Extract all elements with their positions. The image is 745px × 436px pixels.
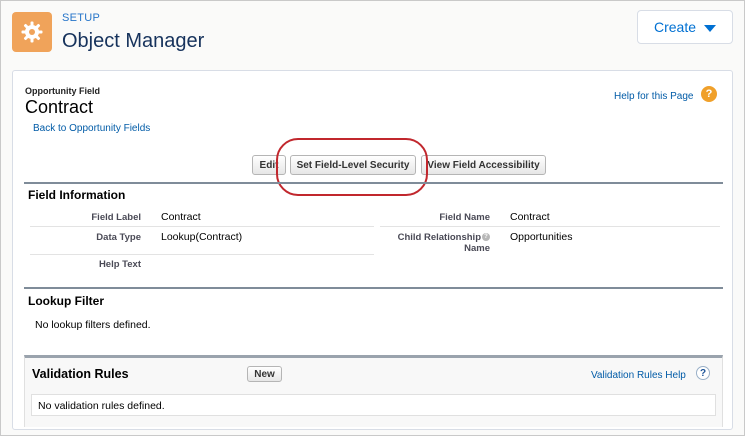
child-relationship-name-value: Opportunities — [510, 231, 573, 243]
field-name-heading: Contract — [25, 97, 94, 117]
setup-label: SETUP — [62, 12, 101, 24]
create-button[interactable]: Create — [637, 10, 733, 44]
field-label-label: Field Label — [91, 212, 141, 223]
create-button-label: Create — [653, 19, 697, 35]
validation-rules-empty-text: No validation rules defined. — [38, 400, 165, 412]
help-text-label: Help Text — [98, 259, 141, 270]
lookup-filter-empty-text: No lookup filters defined. — [35, 319, 151, 331]
help-icon[interactable]: ? — [696, 366, 710, 380]
row-divider — [30, 226, 374, 227]
data-type-label: Data Type — [96, 232, 141, 243]
data-type-value: Lookup(Contract) — [161, 231, 243, 243]
view-field-accessibility-button[interactable]: View Field Accessibility — [421, 155, 546, 175]
field-name-value: Contract — [510, 211, 550, 223]
setup-icon-tile — [12, 12, 52, 52]
field-information-title: Field Information — [28, 188, 126, 202]
back-link[interactable]: Back to Opportunity Fields — [33, 123, 150, 134]
page-title: Object Manager — [62, 30, 205, 52]
child-relationship-label-line1: Child Relationship — [397, 232, 481, 243]
highlight-annotation — [276, 138, 428, 196]
row-divider — [30, 254, 374, 255]
help-icon[interactable]: ? — [701, 86, 717, 102]
validation-rules-help-link[interactable]: Validation Rules Help — [591, 370, 686, 381]
section-divider — [24, 287, 723, 289]
help-for-page-link[interactable]: Help for this Page — [614, 91, 694, 102]
section-divider — [24, 182, 723, 184]
new-validation-rule-button[interactable]: New — [247, 366, 282, 382]
field-name-label: Field Name — [439, 212, 490, 223]
validation-rules-title: Validation Rules — [32, 367, 129, 381]
info-icon[interactable]: ? — [482, 233, 490, 242]
object-type-label: Opportunity Field — [25, 86, 100, 96]
gear-icon — [21, 21, 43, 43]
child-relationship-name-label: Child Relationship? Name — [372, 232, 490, 254]
lookup-filter-title: Lookup Filter — [28, 294, 104, 308]
field-label-value: Contract — [161, 211, 201, 223]
row-divider — [380, 226, 720, 227]
caret-down-icon — [704, 24, 717, 32]
validation-rules-panel — [24, 355, 723, 427]
child-relationship-label-line2: Name — [464, 243, 490, 254]
